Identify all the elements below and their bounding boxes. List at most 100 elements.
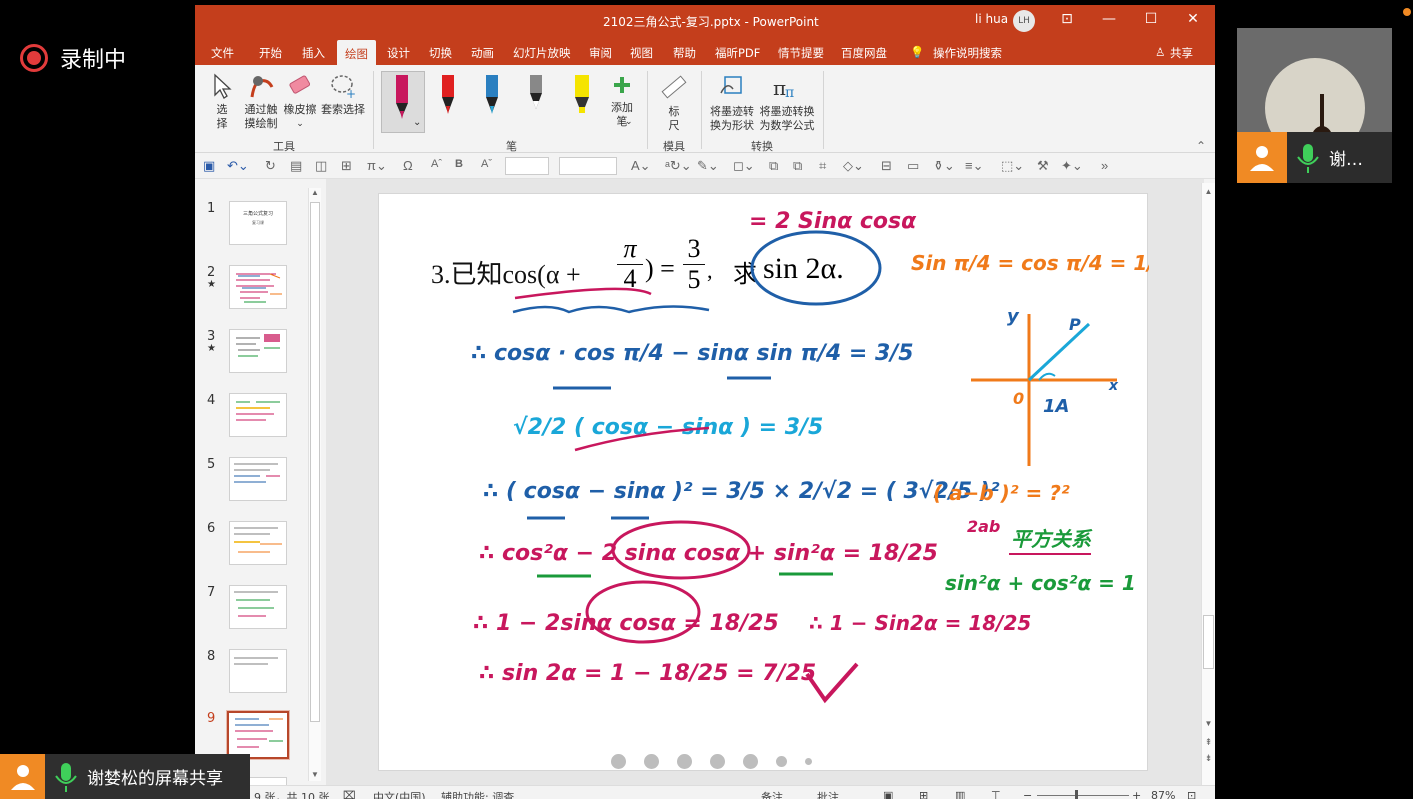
tell-me-search[interactable]: 操作说明搜索 [933, 45, 1002, 61]
ink-to-shape-button[interactable]: 将墨迹转 换为形状 [707, 73, 757, 133]
tab-transitions[interactable]: 切换 [429, 45, 452, 61]
close-icon[interactable]: ✕ [1183, 11, 1203, 31]
font-color-icon[interactable]: A⌄ [631, 158, 651, 174]
touch-draw-tool[interactable]: 通过触 摸绘制 [241, 73, 281, 131]
zoom-slider-thumb[interactable] [1075, 790, 1078, 799]
tab-help[interactable]: 帮助 [673, 45, 696, 61]
sorter-view-icon[interactable]: ⊞ [919, 789, 928, 799]
tab-slideshow[interactable]: 幻灯片放映 [513, 45, 571, 61]
language[interactable]: 中文(中国) [373, 789, 426, 799]
slide-thumbnail-9[interactable] [227, 711, 289, 759]
webcam-tile[interactable]: 谢… [1237, 28, 1392, 183]
next-slide-icon[interactable]: ⇟ [1202, 753, 1215, 764]
copy-icon[interactable]: ⧉ [769, 158, 778, 174]
slide-thumbnail-1[interactable]: 三角公式复习 复习课 [229, 201, 287, 245]
equation-icon[interactable]: π⌄ [367, 158, 387, 174]
select-tool[interactable]: 选 择 [211, 73, 233, 131]
fit-slide-icon[interactable]: ⊡ [1187, 789, 1196, 799]
tab-insert[interactable]: 插入 [302, 45, 325, 61]
lasso-tool[interactable]: + 套索选择 [319, 73, 367, 117]
slide-thumbnail-2[interactable] [229, 265, 287, 309]
grid-icon[interactable]: ⊟ [881, 158, 892, 174]
tab-home[interactable]: 开始 [259, 45, 282, 61]
comments-button[interactable]: 批注 [817, 789, 839, 799]
editor-scrollbar[interactable]: ▲ ▼ ⇞ ⇟ [1201, 183, 1215, 785]
tab-design[interactable]: 设计 [387, 45, 410, 61]
slide-thumbnail-4[interactable] [229, 393, 287, 437]
pen-magenta[interactable] [391, 73, 413, 127]
zoom-in-icon[interactable]: + [1132, 789, 1141, 799]
scroll-up-icon[interactable]: ▲ [1202, 187, 1215, 196]
tab-review[interactable]: 审阅 [589, 45, 612, 61]
slide-nav-dots[interactable] [611, 754, 812, 769]
ruler-button[interactable]: 标 尺 [659, 73, 689, 133]
eraser-tool[interactable]: 橡皮擦 ⌄ [281, 73, 319, 131]
pen-red[interactable] [437, 73, 459, 127]
prev-slide-icon[interactable]: ⇞ [1202, 737, 1215, 748]
align-icon[interactable]: ≡⌄ [965, 158, 983, 174]
shape-icon[interactable]: ◻⌄ [733, 158, 755, 174]
scroll-up-icon[interactable]: ▲ [309, 188, 321, 197]
redo-icon[interactable]: ↻ [265, 158, 276, 174]
minimize-icon[interactable]: — [1099, 11, 1119, 31]
fill-icon[interactable]: ◇⌄ [843, 158, 864, 174]
tab-storyboard[interactable]: 情节提要 [778, 45, 824, 61]
font-size-up-icon[interactable]: Aˆ [431, 158, 442, 170]
font-name-box[interactable] [505, 157, 549, 175]
zoom-out-icon[interactable]: − [1023, 789, 1032, 799]
font-size-down-icon[interactable]: Aˇ [481, 158, 492, 170]
crop-icon[interactable]: ⌗ [819, 158, 826, 174]
tab-view[interactable]: 视图 [630, 45, 653, 61]
font-size-box[interactable] [559, 157, 617, 175]
undo-icon[interactable]: ↶⌄ [227, 158, 249, 174]
slide-thumbnail-5[interactable] [229, 457, 287, 501]
symbol-icon[interactable]: Ω [403, 158, 413, 173]
scroll-down-icon[interactable]: ▼ [1202, 719, 1215, 728]
textbox-icon[interactable]: ▭ [907, 158, 919, 174]
editor-scroll-thumb[interactable] [1203, 615, 1214, 669]
more-commands-icon[interactable]: » [1101, 158, 1108, 173]
maximize-icon[interactable]: ☐ [1141, 11, 1161, 31]
accessibility-status[interactable]: 辅助功能: 调查 [441, 789, 514, 799]
zoom-level[interactable]: 87% [1151, 789, 1175, 799]
bold-icon[interactable]: B [455, 158, 463, 170]
spellcheck-icon[interactable]: ⌧ [343, 789, 356, 799]
slideshow-view-icon[interactable]: ⊤ [991, 789, 1001, 799]
effects-icon[interactable]: ✦⌄ [1061, 158, 1083, 174]
save-icon[interactable]: ▣ [203, 158, 215, 174]
user-avatar[interactable]: LH [1013, 10, 1035, 32]
tab-file[interactable]: 文件 [211, 45, 234, 61]
collapse-ribbon-icon[interactable]: ⌃ [1196, 139, 1206, 153]
tab-foxit-pdf[interactable]: 福昕PDF [715, 45, 760, 61]
text-direction-icon[interactable]: ᵃ↻⌄ [665, 158, 692, 174]
pen-gray[interactable] [525, 73, 547, 127]
notes-button[interactable]: 备注 [761, 789, 783, 799]
ink-to-math-button[interactable]: ππ 将墨迹转换 为数学公式 [757, 73, 817, 133]
user-name[interactable]: li hua [975, 12, 1008, 26]
slide-thumbnail-3[interactable] [229, 329, 287, 373]
slide-thumbnail-8[interactable] [229, 649, 287, 693]
slide-thumbnail-7[interactable] [229, 585, 287, 629]
reading-view-icon[interactable]: ▥ [955, 789, 965, 799]
scroll-down-icon[interactable]: ▼ [309, 770, 321, 779]
share-button[interactable]: 共享 [1170, 45, 1193, 61]
normal-view-icon[interactable]: ▣ [883, 789, 893, 799]
thumbnail-scrollbar[interactable]: ▲ ▼ [308, 188, 321, 781]
thumbnail-scroll-thumb[interactable] [310, 202, 320, 722]
arrange-icon[interactable]: ⬚⌄ [1001, 158, 1024, 174]
format-painter-icon[interactable]: ⚒ [1037, 158, 1049, 174]
save-as-icon[interactable]: ▤ [290, 158, 302, 174]
present-icon[interactable]: ◫ [315, 158, 327, 174]
highlighter-yellow[interactable] [569, 73, 595, 127]
table-icon[interactable]: ⊞ [341, 158, 352, 174]
highlight-icon[interactable]: ✎⌄ [697, 158, 719, 174]
pen-blue[interactable] [481, 73, 503, 127]
tab-animations[interactable]: 动画 [471, 45, 494, 61]
ribbon-display-icon[interactable]: ⊡ [1057, 11, 1077, 31]
paint-icon[interactable]: ⚱⌄ [933, 158, 955, 174]
paste-icon[interactable]: ⧉ [793, 158, 802, 174]
tab-baidu-netdisk[interactable]: 百度网盘 [841, 45, 887, 61]
slide-thumbnail-6[interactable] [229, 521, 287, 565]
slide-canvas[interactable]: 3.已知cos(α + π 4 ) = 3 5 , 求 sin 2α. = 2 … [378, 193, 1149, 771]
zoom-slider[interactable] [1037, 795, 1129, 796]
